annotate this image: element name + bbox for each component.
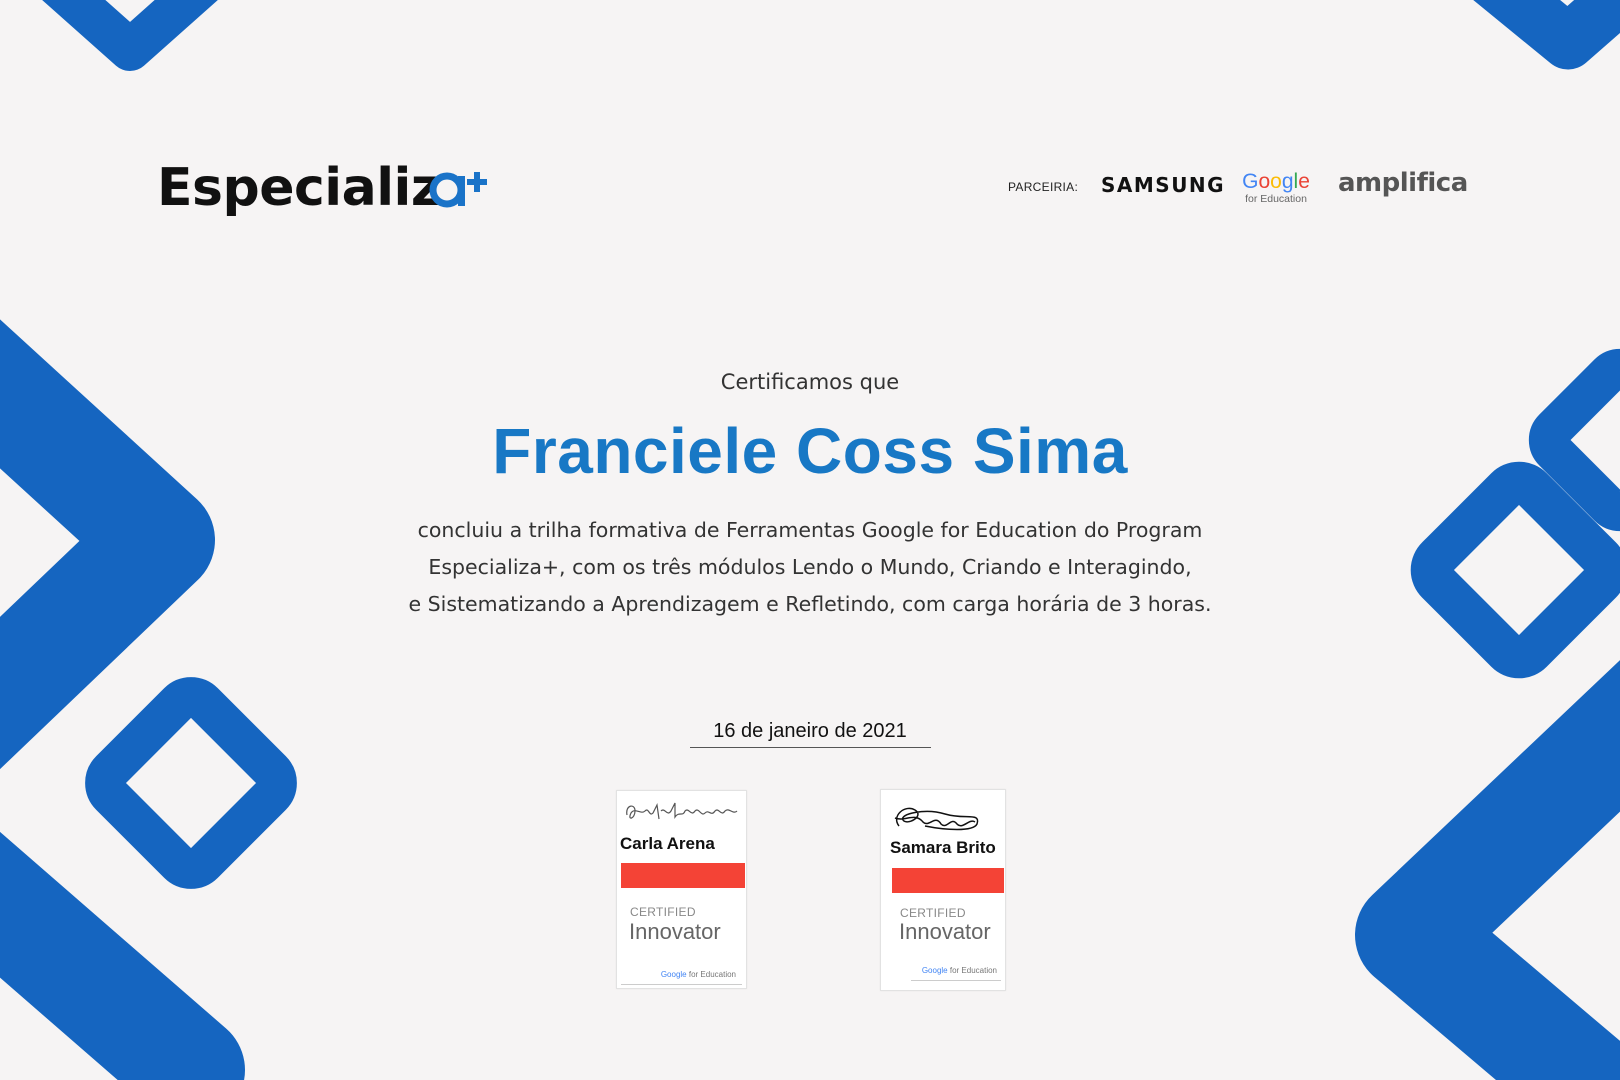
badge-role-label: Innovator <box>629 919 721 944</box>
badge-google-footer: Google for Education <box>660 970 736 979</box>
partners-bar: PARCEIRIA: SAMSUNG Google for Education … <box>1008 168 1468 222</box>
badge-bottom-rule <box>911 980 1001 981</box>
logo-a-plus-mark <box>429 172 487 208</box>
google-for-education-subtitle: for Education <box>1245 193 1307 205</box>
signature-carla-image <box>626 802 738 820</box>
partners-label: PARCEIRIA: <box>1008 180 1079 194</box>
badge-bottom-rule <box>621 984 742 985</box>
signatory-name: Carla Arena <box>620 834 715 853</box>
top-left-chevron-shape <box>42 0 218 71</box>
bottom-left-chevron-shape <box>0 831 245 1080</box>
badge-google-footer: Google for Education <box>921 966 997 975</box>
certificate-body-line: Especializa+, com os três módulos Lendo … <box>428 555 1192 579</box>
certificate-body: concluiu a trilha formativa de Ferrament… <box>0 512 1620 623</box>
samsung-logo: SAMSUNG <box>1101 173 1226 197</box>
badge-certified-label: CERTIFIED <box>900 906 966 920</box>
badge-role-label: Innovator <box>899 919 991 944</box>
certificate-body-line: e Sistematizando a Aprendizagem e Reflet… <box>408 592 1212 616</box>
google-for-education-logo: Google for Education <box>1241 170 1311 206</box>
recipient-name: Franciele Coss Sima <box>492 415 1128 487</box>
logo-wordmark: Especializ <box>157 158 441 218</box>
certificate-date: 16 de janeiro de 2021 <box>713 720 907 742</box>
google-wordmark: Google <box>1242 170 1310 193</box>
signatory-badge-samara: Samara Brito CERTIFIED Innovator Google … <box>880 789 1006 991</box>
certificate-intro: Certificamos que <box>720 370 900 394</box>
date-underline <box>690 747 931 748</box>
badge-certified-label: CERTIFIED <box>630 905 696 919</box>
signatory-badge-carla: Carla Arena CERTIFIED Innovator Google f… <box>616 790 747 989</box>
certificate-body-line: concluiu a trilha formativa de Ferrament… <box>417 518 1203 542</box>
badge-red-bar <box>621 863 745 888</box>
amplifica-logo: amplifica <box>1338 168 1468 198</box>
badge-red-bar <box>892 868 1004 893</box>
top-right-corner-shape <box>1473 0 1620 70</box>
left-diamond-shape <box>85 677 297 889</box>
signatory-name: Samara Brito <box>890 838 996 857</box>
signature-samara-image <box>894 807 979 831</box>
